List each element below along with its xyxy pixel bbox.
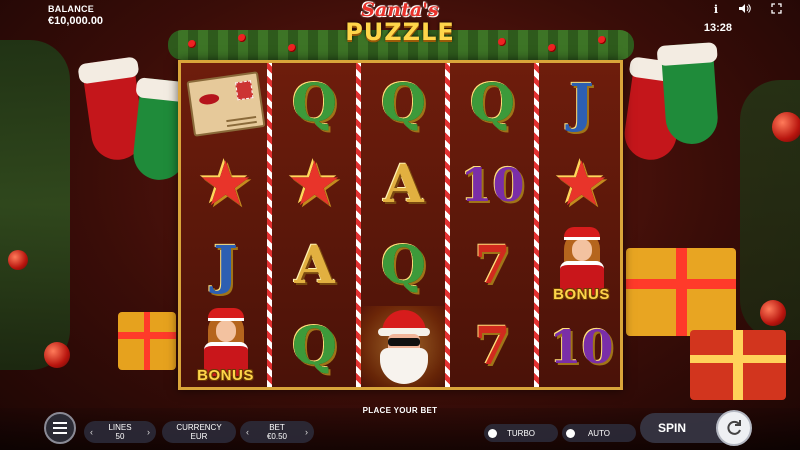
star-symbol: ★ <box>181 144 270 225</box>
ornament <box>8 250 28 270</box>
bet-label: BET <box>269 423 285 432</box>
refresh-icon <box>727 420 741 435</box>
hamburger-icon <box>53 427 67 429</box>
symbol-q: Q <box>359 63 448 144</box>
symbol-q: Q <box>359 225 448 306</box>
turbo-toggle[interactable]: TURBO <box>484 424 558 442</box>
lines-increase-arrow-icon[interactable]: › <box>147 427 150 437</box>
reel-grid: ★ J BONUS Q ★ A Q Q A Q Q 10 7 7 J ★ BONUS 10 <box>178 60 623 390</box>
currency-label: CURRENCY <box>176 423 222 432</box>
symbol-glyph: Q <box>380 72 427 134</box>
gift-box-right-lower <box>690 330 786 400</box>
turbo-label: TURBO <box>507 428 535 438</box>
bet-selector: ‹ BET €0.50 › <box>240 421 314 443</box>
symbol-10: 10 <box>537 306 626 387</box>
symbol-q: Q <box>448 63 537 144</box>
reel-5: J ★ BONUS 10 <box>537 63 626 387</box>
gift-box-right <box>626 248 736 336</box>
santa-symbol <box>359 306 448 387</box>
santa-girl-icon: BONUS <box>542 226 622 305</box>
bonus-symbol: BONUS <box>181 306 270 387</box>
santa-girl-icon: BONUS <box>186 307 266 386</box>
santa-icon <box>372 309 436 384</box>
symbol-glyph: 10 <box>549 319 614 374</box>
symbol-10: 10 <box>448 144 537 225</box>
symbol-j: J <box>537 63 626 144</box>
symbol-glyph: 10 <box>460 157 525 212</box>
ornament <box>760 300 786 326</box>
symbol-a: A <box>359 144 448 225</box>
star-icon: ★ <box>197 149 254 219</box>
clock: 13:28 <box>703 22 732 34</box>
star-symbol: ★ <box>537 144 626 225</box>
ornament <box>772 112 800 142</box>
symbol-7: 7 <box>448 306 537 387</box>
symbol-glyph: Q <box>291 72 338 134</box>
game-logo: Santa's PUZZLE <box>300 0 500 50</box>
logo-title-main: PUZZLE <box>345 18 455 46</box>
currency-selector[interactable]: CURRENCY EUR <box>162 421 236 443</box>
symbol-a: A <box>270 225 359 306</box>
lines-value: 50 <box>115 432 125 441</box>
auto-toggle[interactable]: AUTO <box>562 424 636 442</box>
symbol-glyph: 7 <box>474 234 511 296</box>
lines-selector: ‹ LINES 50 › <box>84 421 156 443</box>
symbol-7: 7 <box>448 225 537 306</box>
top-icons: i <box>714 3 782 17</box>
star-icon: ★ <box>286 149 343 219</box>
symbol-q: Q <box>270 63 359 144</box>
spin-label: SPIN <box>658 421 687 435</box>
reel-1: ★ J BONUS <box>181 63 270 387</box>
envelope-icon <box>185 70 266 137</box>
symbol-glyph: Q <box>380 234 427 296</box>
symbol-q: Q <box>270 306 359 387</box>
ornament <box>44 342 70 368</box>
gift-box-left <box>118 312 176 370</box>
symbol-glyph: J <box>213 234 238 296</box>
balance-value: €10,000.00 <box>48 15 104 27</box>
symbol-glyph: A <box>383 153 424 215</box>
symbol-glyph: A <box>294 234 335 296</box>
star-symbol: ★ <box>270 144 359 225</box>
menu-button[interactable] <box>44 412 76 444</box>
currency-value: EUR <box>190 432 208 441</box>
stocking-green-right <box>656 42 720 146</box>
auto-switch-knob <box>566 428 575 438</box>
bonus-label: BONUS <box>197 366 254 384</box>
bet-value: €0.50 <box>266 432 288 441</box>
bet-increase-arrow-icon[interactable]: › <box>305 427 308 437</box>
logo-title-top: Santa's <box>361 0 439 21</box>
turbo-switch-knob <box>488 428 497 438</box>
info-icon[interactable]: i <box>714 3 718 17</box>
reel-4: Q 10 7 7 <box>448 63 537 387</box>
love-letter-symbol <box>181 63 270 144</box>
spin-circle-button[interactable] <box>716 410 752 446</box>
symbol-j: J <box>181 225 270 306</box>
symbol-glyph: Q <box>469 72 516 134</box>
fullscreen-icon[interactable] <box>771 3 782 17</box>
symbol-glyph: Q <box>291 315 338 377</box>
star-icon: ★ <box>553 149 610 219</box>
reel-2: Q ★ A Q <box>270 63 359 387</box>
bonus-label: BONUS <box>553 285 610 303</box>
bonus-symbol: BONUS <box>537 225 626 306</box>
sound-icon[interactable] <box>738 3 751 17</box>
christmas-tree-left <box>0 40 70 370</box>
symbol-glyph: 7 <box>474 315 511 377</box>
auto-label: AUTO <box>587 428 611 438</box>
balance-label: BALANCE <box>48 4 95 14</box>
lines-label: LINES <box>108 423 132 432</box>
reel-3: QAQ <box>359 63 448 387</box>
symbol-glyph: J <box>569 72 594 134</box>
